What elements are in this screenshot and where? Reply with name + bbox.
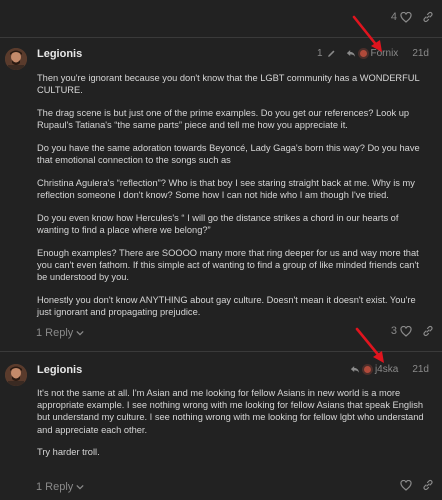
- annotation-arrow: [352, 15, 382, 52]
- heart-icon: [400, 325, 412, 337]
- post-paragraph: Christina Agulera's “reflection”? Who is…: [37, 177, 415, 200]
- post-username[interactable]: Legionis: [37, 48, 82, 60]
- avatar[interactable]: [5, 48, 27, 70]
- top-post-actions: 4: [391, 11, 434, 23]
- avatar[interactable]: [5, 364, 27, 386]
- heart-icon: [400, 11, 412, 23]
- post-paragraph: Do you even know how Hercules's “ I will…: [37, 212, 399, 235]
- heart-icon: [400, 479, 412, 491]
- pencil-icon[interactable]: [327, 49, 336, 58]
- top-share-link-button[interactable]: [422, 11, 434, 23]
- post-paragraph: Then you're ignorant because you don't k…: [37, 73, 420, 96]
- post-body: It's not the same at all. I'm Asian and …: [37, 387, 431, 469]
- edit-count[interactable]: 1: [317, 48, 323, 59]
- link-icon: [423, 325, 433, 337]
- post-actions: 3: [391, 325, 434, 337]
- top-like-count: 4: [390, 11, 397, 23]
- post-paragraph: The drag scene is but just one of the pr…: [37, 107, 410, 131]
- top-like-button[interactable]: 4: [391, 11, 412, 23]
- like-count: 3: [390, 325, 397, 337]
- like-button[interactable]: 3: [391, 325, 412, 337]
- post-date[interactable]: 21d: [412, 48, 429, 59]
- replies-count-label: 1 Reply: [36, 327, 74, 339]
- link-icon: [423, 11, 433, 23]
- avatar-image: [5, 48, 27, 70]
- annotation-arrow: [355, 327, 384, 363]
- post-paragraph: Honestly you don't know ANYTHING about g…: [37, 294, 416, 317]
- post-paragraph: Do you have the same adoration towards B…: [37, 142, 420, 166]
- post-actions: [400, 479, 434, 491]
- share-link-button[interactable]: [422, 325, 434, 337]
- post-body: Then you're ignorant because you don't k…: [37, 72, 431, 329]
- post-username[interactable]: Legionis: [37, 364, 82, 376]
- post-paragraph: It's not the same at all. I'm Asian and …: [37, 388, 424, 435]
- post-paragraph: Try harder troll.: [37, 447, 100, 458]
- chevron-down-icon: [76, 330, 84, 336]
- like-button[interactable]: [400, 479, 412, 491]
- replies-count-label: 1 Reply: [36, 481, 74, 493]
- avatar-image: [5, 364, 27, 386]
- replies-toggle-button[interactable]: 1 Reply: [36, 327, 84, 339]
- replies-toggle-button[interactable]: 1 Reply: [36, 481, 84, 493]
- share-link-button[interactable]: [422, 479, 434, 491]
- chevron-down-icon: [76, 484, 84, 490]
- post-paragraph: Enough examples? There are SOOOO many mo…: [37, 247, 419, 282]
- link-icon: [423, 479, 433, 491]
- post-date[interactable]: 21d: [412, 364, 429, 375]
